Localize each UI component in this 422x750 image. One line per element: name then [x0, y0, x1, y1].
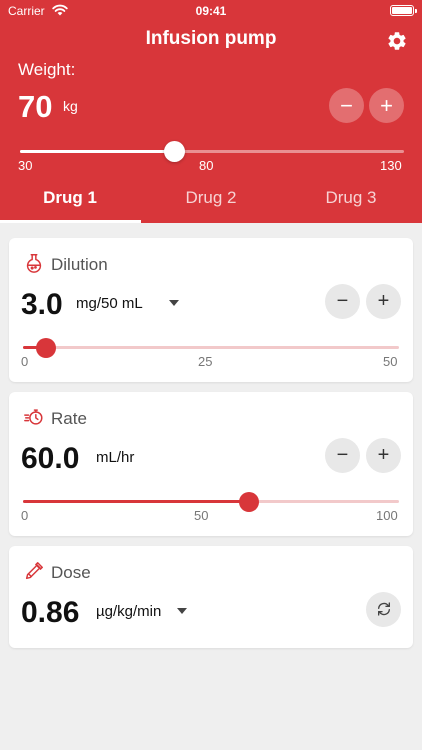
weight-increment-button[interactable]: + [369, 88, 404, 123]
chevron-down-icon[interactable] [177, 608, 187, 614]
rate-decrement-button[interactable]: − [325, 438, 360, 473]
weight-slider-fill [20, 150, 174, 153]
dilution-value: 3.0 [21, 288, 63, 321]
tab-drug-1[interactable]: Drug 1 [0, 188, 140, 208]
dilution-decrement-button[interactable]: − [325, 284, 360, 319]
weight-mid-label: 80 [199, 158, 214, 173]
status-bar: Carrier 09:41 [0, 0, 422, 22]
rate-slider-track[interactable] [23, 500, 399, 503]
dose-card: Dose 0.86 µg/kg/min [9, 546, 413, 648]
dilution-card: Dilution 3.0 mg/50 mL − + 0 25 50 [9, 238, 413, 382]
dose-value: 0.86 [21, 596, 80, 629]
dilution-unit-select[interactable]: mg/50 mL [76, 295, 143, 312]
dilution-slider-thumb[interactable] [35, 338, 56, 358]
stopwatch-icon [24, 409, 43, 425]
flask-icon [26, 254, 42, 273]
rate-unit: mL/hr [96, 449, 135, 466]
weight-label: Weight: [18, 60, 76, 79]
dilution-title: Dilution [51, 255, 108, 274]
refresh-button[interactable] [366, 592, 401, 627]
dose-title: Dose [51, 563, 91, 582]
dropper-icon [25, 562, 43, 580]
page-title: Infusion pump [145, 28, 277, 49]
rate-mid-label: 50 [194, 508, 209, 523]
dilution-max-label: 50 [383, 354, 398, 369]
refresh-icon [377, 602, 390, 616]
rate-max-label: 100 [376, 508, 398, 523]
weight-slider-thumb[interactable] [163, 141, 185, 162]
rate-card: Rate 60.0 mL/hr − + 0 50 100 [9, 392, 413, 536]
tab-drug-2[interactable]: Drug 2 [141, 188, 281, 208]
weight-max-label: 130 [380, 158, 402, 173]
dose-unit-select[interactable]: µg/kg/min [96, 603, 161, 620]
rate-title: Rate [51, 409, 87, 428]
dilution-min-label: 0 [21, 354, 29, 369]
rate-slider-thumb[interactable] [238, 492, 259, 512]
active-tab-indicator [0, 220, 141, 223]
status-time: 09:41 [195, 4, 227, 18]
chevron-down-icon[interactable] [169, 300, 179, 306]
weight-unit: kg [63, 98, 78, 114]
rate-slider-fill [23, 500, 249, 503]
rate-increment-button[interactable]: + [366, 438, 401, 473]
weight-decrement-button[interactable]: − [329, 88, 364, 123]
rate-min-label: 0 [21, 508, 29, 523]
dilution-slider-track[interactable] [23, 346, 399, 349]
weight-value: 70 [18, 89, 53, 124]
rate-value: 60.0 [21, 442, 80, 475]
dilution-mid-label: 25 [198, 354, 213, 369]
tab-drug-3[interactable]: Drug 3 [281, 188, 421, 208]
dilution-increment-button[interactable]: + [366, 284, 401, 319]
app-header: Carrier 09:41 Infusion pump Weight: 70 k… [0, 0, 422, 223]
weight-min-label: 30 [18, 158, 33, 173]
gear-icon[interactable] [386, 30, 408, 52]
battery-icon [390, 5, 417, 16]
weight-slider-track[interactable] [20, 150, 404, 153]
